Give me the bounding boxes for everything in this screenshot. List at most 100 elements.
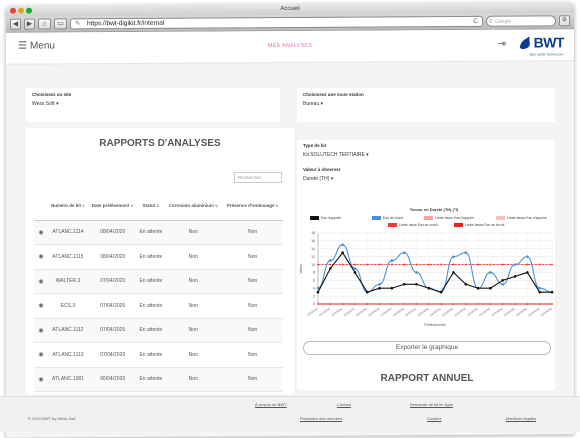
forward-button[interactable]: ▶ (24, 18, 35, 30)
minimize-window-icon[interactable] (18, 7, 24, 14)
kit-type-select[interactable]: Kit SOLUTECH TERTIAIRE ▾ (303, 152, 549, 158)
data-point (452, 271, 455, 274)
data-point (390, 263, 393, 266)
col-embouage[interactable]: Présence d'embouage⇅ (222, 192, 283, 221)
data-point (415, 303, 418, 305)
status: En attente (137, 342, 165, 368)
view-eye-icon[interactable]: ◉ (34, 342, 48, 368)
data-point (390, 259, 394, 262)
table-row[interactable]: ◉ ATLANC.1081 06/04/2020 En attente Non Non (34, 367, 283, 392)
embouage: Non (222, 293, 283, 319)
data-point (477, 303, 480, 305)
col-kit[interactable]: Numéro de kit⇅ (48, 192, 88, 221)
export-chart-button[interactable]: Exporter le graphique (303, 341, 551, 355)
view-eye-icon[interactable]: ◉ (34, 318, 48, 343)
status: En attente (137, 269, 165, 294)
view-eye-icon[interactable]: ◉ (34, 220, 48, 245)
data-point (353, 267, 357, 270)
col-date[interactable]: Date prélèvement▼ (87, 192, 138, 221)
caret-down-icon: ▾ (330, 176, 334, 182)
data-point (341, 303, 344, 305)
data-point (341, 243, 344, 247)
site-select[interactable]: Wess Soft ▾ (32, 101, 274, 107)
kit-number: ATLANC.1112 (48, 318, 88, 343)
substation-select[interactable]: Bureau ▾ (303, 101, 549, 107)
back-button[interactable]: ◀ (10, 18, 21, 30)
data-point (439, 290, 443, 294)
y-tick-label: 4 (313, 286, 315, 290)
observe-select[interactable]: Dureté (TH) ▾ (303, 176, 549, 182)
data-point (341, 263, 344, 266)
corrosion: Non (164, 342, 223, 368)
x-tick-label: 10/10/2016 (453, 306, 466, 317)
kit-number: ECS.3 (48, 293, 88, 319)
logout-icon[interactable]: ⇥ (498, 39, 506, 50)
table-header-row: Numéro de kit⇅ Date prélèvement▼ Statut⇅… (34, 192, 283, 221)
table-row[interactable]: ◉ ECS.3 07/04/2020 En attente Non Non (34, 293, 283, 319)
app-header: ☰ Menu MES ANALYSES ⇥ BWT BEST WATER TEC… (6, 29, 574, 65)
data-point (440, 263, 443, 266)
table-row[interactable]: ◉ ATLANC.1115 08/04/2020 En attente Non Non (34, 244, 283, 270)
home-icon[interactable]: ⌂ (38, 18, 51, 30)
data-point (513, 263, 517, 266)
footer-link-legal[interactable]: Mentions légales (506, 416, 536, 421)
legend-swatch (496, 216, 505, 220)
x-tick-label: 10/10/2016 (540, 306, 553, 317)
corrosion: Non (164, 293, 223, 319)
chart-title: Teneur en Dureté (TH) (°f) (410, 207, 459, 212)
x-tick-label: 10/10/2016 (429, 306, 442, 317)
footer-link-contact[interactable]: Contact (337, 402, 351, 407)
x-axis-label: Prélèvements (424, 323, 446, 327)
data-point (329, 259, 332, 262)
data-point (329, 263, 332, 266)
corrosion: Non (164, 220, 223, 245)
table-row[interactable]: ◉ WALTER.3 07/04/2020 En attente Non Non (34, 269, 283, 294)
settings-icon[interactable]: ⚙ (559, 15, 570, 27)
browser-search-input[interactable]: ⚲ Google (486, 15, 556, 27)
data-point (489, 303, 492, 305)
data-point (427, 263, 430, 266)
data-point (538, 286, 541, 290)
close-window-icon[interactable] (10, 7, 16, 14)
zoom-window-icon[interactable] (26, 7, 32, 14)
view-eye-icon[interactable]: ◉ (34, 244, 48, 270)
data-point (402, 251, 406, 255)
bookmarks-icon[interactable]: ▭ (54, 18, 67, 30)
table-search-input[interactable]: Rechercher (234, 172, 282, 183)
address-bar[interactable]: ✎ https://bwt-digikit.fr/internal C (70, 15, 483, 30)
legend-swatch (310, 216, 319, 220)
data-point (501, 279, 505, 282)
drop-icon (519, 36, 530, 50)
view-eye-icon[interactable]: ◉ (34, 293, 48, 319)
annual-report-title: RAPPORT ANNUEL (380, 373, 474, 384)
data-point (477, 263, 480, 266)
table-row[interactable]: ◉ ATLANC.1112 07/04/2020 En attente Non Non (34, 318, 283, 343)
status: En attente (137, 220, 165, 245)
footer-link-kit-request[interactable]: Demande de kit en ligne (410, 402, 453, 407)
sample-date: 08/04/2020 (87, 244, 138, 270)
footer-link-privacy[interactable]: Protection des données (300, 416, 342, 421)
sort-icon: ⇅ (156, 204, 160, 209)
data-point (317, 263, 319, 266)
legend-label: Limite haute Eau d'appoint (435, 216, 474, 220)
view-eye-icon[interactable]: ◉ (34, 269, 48, 294)
footer: © 2019 BWT by Wess Soft À propos de BWT … (0, 396, 580, 432)
table-row[interactable]: ◉ ATLANC.1114 08/04/2020 En attente Non Non (34, 220, 283, 245)
y-tick-label: 8 (313, 271, 315, 275)
col-status[interactable]: Statut⇅ (137, 192, 165, 221)
x-tick-label: 10/10/2016 (441, 306, 454, 317)
view-eye-icon[interactable]: ◉ (34, 367, 48, 392)
footer-link-about[interactable]: À propos de BWT (255, 402, 287, 407)
data-point (354, 263, 356, 266)
data-point (403, 263, 406, 266)
data-point (514, 303, 516, 305)
col-corrosion[interactable]: Corrosion aluminium⇅ (164, 192, 223, 221)
embouage: Non (222, 367, 283, 392)
caret-down-icon: ▾ (320, 101, 324, 107)
table-row[interactable]: ◉ ATLANC.1113 07/04/2020 En attente Non Non (34, 342, 283, 368)
reload-label[interactable]: C (473, 17, 478, 27)
reports-title: RAPPORTS D'ANALYSES (99, 138, 221, 149)
substation-filter: Choisissez une sous-station Bureau ▾ (297, 88, 555, 122)
status: En attente (137, 244, 165, 270)
footer-link-cookies[interactable]: Cookies (427, 416, 441, 421)
